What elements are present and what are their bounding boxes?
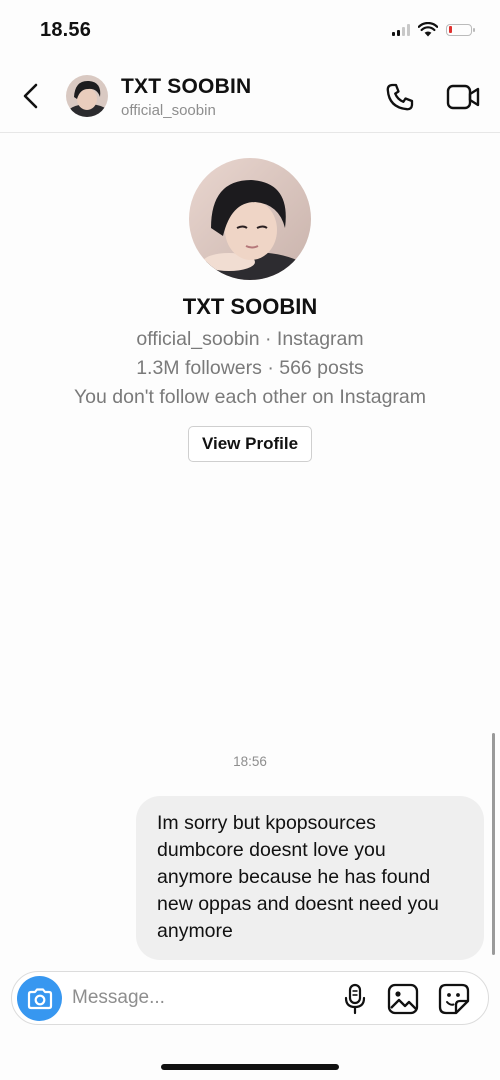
camera-button[interactable] (17, 976, 62, 1021)
status-time: 18.56 (40, 19, 92, 41)
profile-follow-status: You don't follow each other on Instagram (73, 386, 427, 408)
chat-header: TXT SOOBIN official_soobin (0, 60, 500, 133)
message-timestamp: 18:56 (233, 754, 267, 769)
microphone-icon[interactable] (342, 983, 368, 1015)
scrollbar[interactable] (492, 733, 495, 955)
view-profile-button[interactable]: View Profile (188, 426, 312, 462)
gallery-icon[interactable] (387, 983, 419, 1015)
camera-icon (27, 987, 52, 1009)
message-bubble[interactable]: Im sorry but kpopsources dumbcore doesnt… (136, 796, 484, 960)
avatar[interactable] (66, 75, 108, 117)
phone-icon[interactable] (384, 81, 416, 113)
profile-picture[interactable] (189, 158, 311, 280)
profile-stats-line: 1.3M followers · 566 posts (136, 357, 364, 379)
message-composer (11, 971, 489, 1025)
back-chevron-icon[interactable] (18, 80, 46, 112)
message-line: dumbcore doesnt love you (157, 839, 386, 861)
message-input[interactable] (72, 982, 332, 1014)
battery-icon (446, 23, 475, 36)
header-title[interactable]: TXT SOOBIN (121, 75, 251, 99)
profile-username-line: official_soobin · Instagram (136, 328, 364, 350)
profile-name: TXT SOOBIN (182, 294, 318, 319)
video-camera-icon[interactable] (446, 82, 480, 112)
message-line: Im sorry but kpopsources (157, 812, 376, 834)
header-username[interactable]: official_soobin (121, 102, 216, 119)
cellular-signal-icon (392, 23, 410, 36)
status-icons (392, 22, 475, 37)
sticker-icon[interactable] (438, 983, 470, 1015)
message-line: anymore (157, 920, 233, 942)
home-indicator[interactable] (161, 1064, 339, 1070)
message-line: new oppas and doesnt need you (157, 893, 439, 915)
wifi-icon (418, 22, 438, 37)
message-line: anymore because he has found (157, 866, 431, 888)
